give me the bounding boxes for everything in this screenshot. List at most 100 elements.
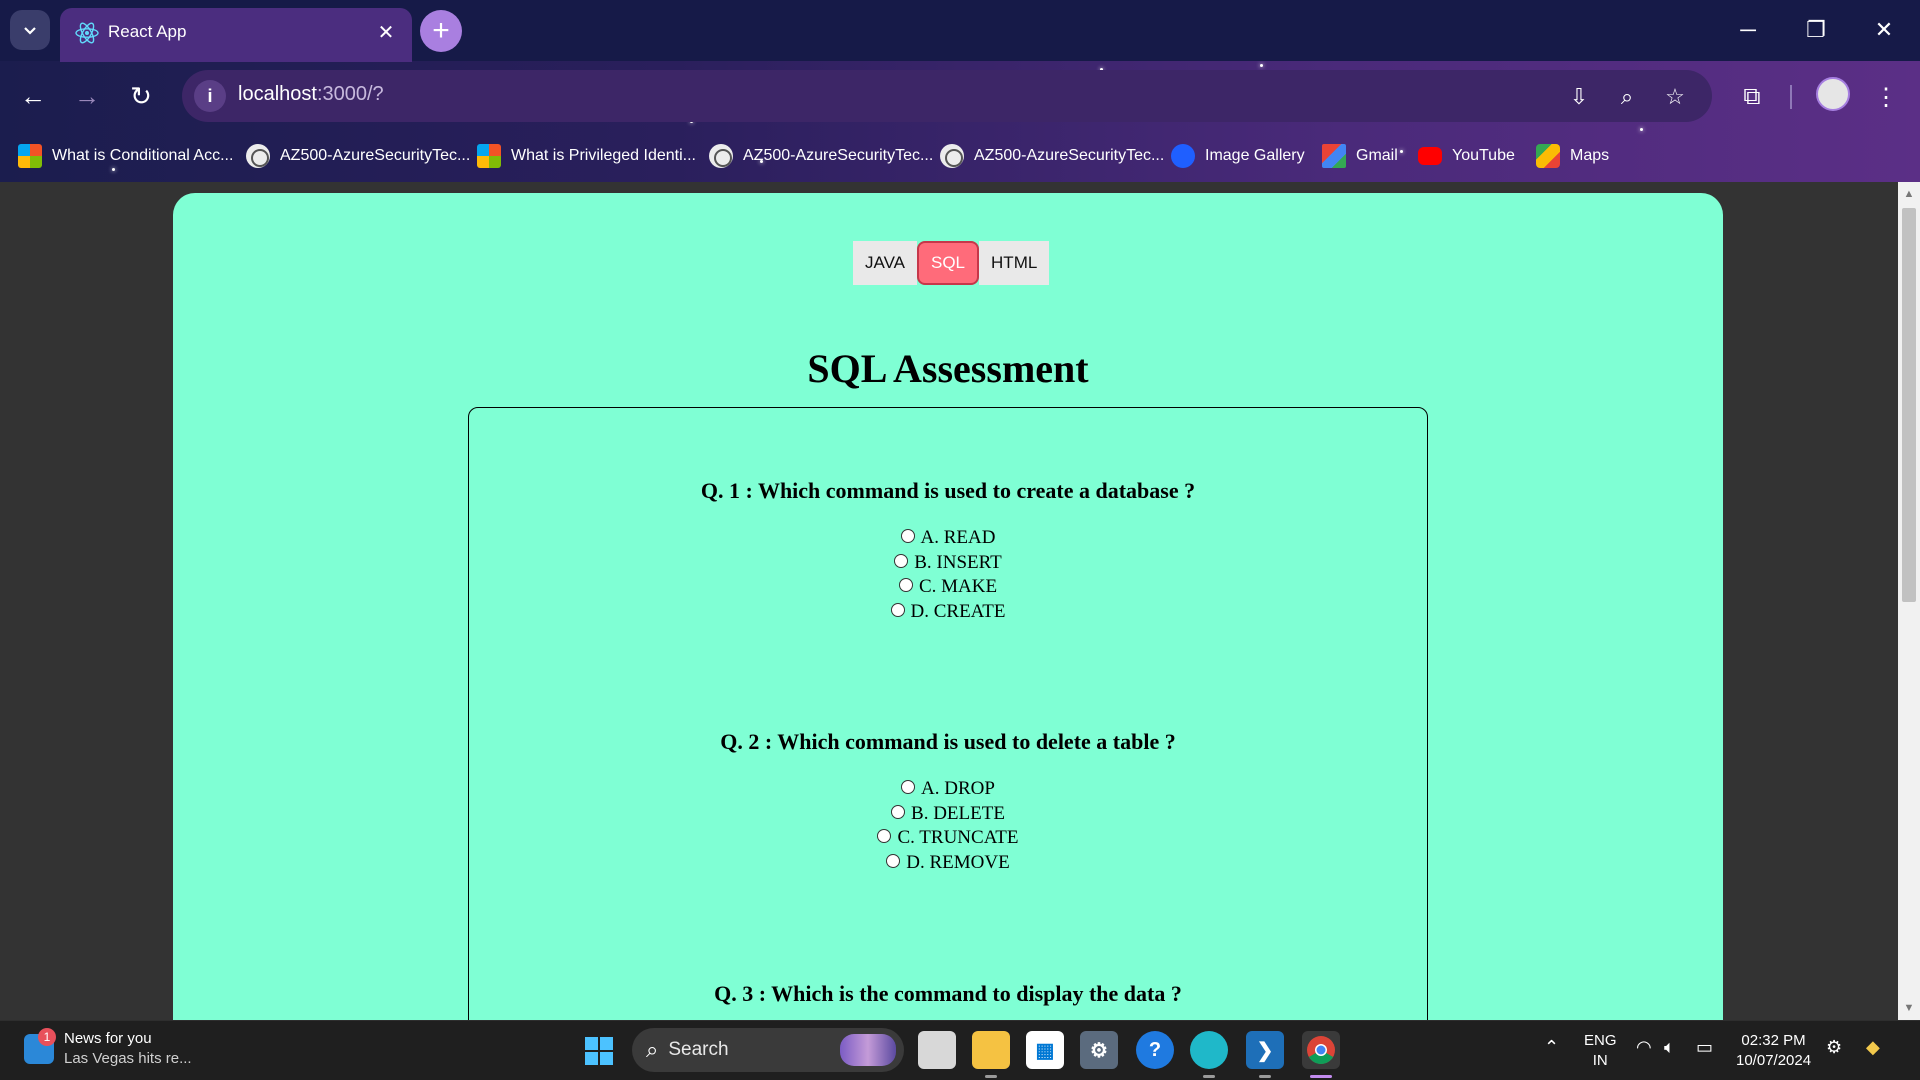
clock-date: 10/07/2024	[1736, 1052, 1812, 1069]
new-tab-button[interactable]: +	[420, 10, 462, 52]
copilot-icon[interactable]: ◆	[1866, 1037, 1880, 1058]
news-widget[interactable]: 1 News for you Las Vegas hits re...	[24, 1028, 192, 1069]
tab-search-button[interactable]	[10, 10, 50, 50]
bookmark-item[interactable]: AZ500-AzureSecurityTec...	[246, 141, 470, 171]
zoom-icon[interactable]: ⌕	[1610, 80, 1644, 114]
news-icon: 1	[24, 1028, 56, 1064]
bookmark-item[interactable]: What is Conditional Acc...	[18, 141, 233, 171]
option-item[interactable]: C. TRUNCATE	[877, 826, 1019, 851]
page-viewport: JAVA SQL HTML SQL Assessment Q. 1 : Whic…	[0, 182, 1898, 1020]
bookmark-item[interactable]: AZ500-AzureSecurityTec...	[940, 141, 1164, 171]
option-item[interactable]: B. INSERT	[894, 551, 1002, 576]
radio-button[interactable]	[877, 829, 892, 844]
extensions-icon[interactable]: ⧉	[1732, 77, 1772, 117]
option-item[interactable]: D. REMOVE	[886, 851, 1010, 876]
react-icon	[75, 22, 99, 44]
address-bar[interactable]: i localhost:3000/? ⇩ ⌕ ☆	[182, 70, 1712, 122]
restore-icon[interactable]: ❐	[1782, 0, 1850, 60]
option-label: A. DROP	[921, 778, 995, 800]
bookmark-item[interactable]: Maps	[1536, 141, 1609, 171]
youtube-icon	[1418, 147, 1442, 165]
radio-button[interactable]	[886, 853, 901, 868]
forward-arrow-icon[interactable]: →	[68, 77, 106, 115]
tab-java[interactable]: JAVA	[853, 241, 917, 285]
radio-button[interactable]	[900, 529, 915, 544]
page-scrollbar[interactable]: ▲ ▼	[1898, 182, 1920, 1020]
url-text[interactable]: localhost:3000/?	[238, 83, 384, 106]
tab-sql[interactable]: SQL	[917, 241, 980, 285]
close-tab-icon[interactable]: ✕	[372, 18, 400, 46]
install-app-icon[interactable]: ⇩	[1562, 80, 1596, 114]
bookmark-label: AZ500-AzureSecurityTec...	[743, 147, 934, 164]
radio-button[interactable]	[894, 553, 909, 568]
bookmark-star-icon[interactable]: ☆	[1658, 80, 1692, 114]
edge-browser-icon[interactable]	[1190, 1031, 1228, 1069]
bookmark-item[interactable]: Image Gallery	[1171, 141, 1305, 171]
bookmark-item[interactable]: AZ500-AzureSecurityTec...	[709, 141, 933, 171]
search-highlight-image	[840, 1034, 896, 1066]
reload-icon[interactable]: ↻	[122, 77, 160, 115]
microsoft-store-icon[interactable]: ▦	[1026, 1031, 1064, 1069]
clock[interactable]: 02:32 PM 10/07/2024	[1736, 1031, 1811, 1071]
help-icon[interactable]: ?	[1136, 1031, 1174, 1069]
back-arrow-icon[interactable]: ←	[14, 77, 52, 115]
site-info-icon[interactable]: i	[194, 80, 226, 112]
windows-start-icon[interactable]	[585, 1037, 613, 1065]
profile-avatar[interactable]	[1816, 77, 1850, 111]
bookmark-item[interactable]: YouTube	[1418, 141, 1515, 171]
news-title: News for you	[64, 1030, 152, 1047]
chevron-up-icon[interactable]: ⌃	[1544, 1037, 1559, 1058]
globe-icon	[246, 144, 270, 168]
radio-button[interactable]	[890, 602, 905, 617]
battery-icon[interactable]: ▭	[1696, 1037, 1713, 1058]
page-title: SQL Assessment	[807, 346, 1089, 391]
language-indicator[interactable]: ENG IN	[1584, 1031, 1617, 1071]
minimize-icon[interactable]: ─	[1714, 0, 1782, 60]
option-label: C. MAKE	[918, 576, 998, 598]
running-indicator	[985, 1075, 997, 1078]
bookmark-label: What is Conditional Acc...	[52, 147, 234, 164]
microsoft-icon	[18, 144, 42, 168]
tab-react-app[interactable]: React App ✕	[60, 8, 412, 62]
vscode-icon[interactable]: ❯	[1246, 1031, 1284, 1069]
active-indicator	[1310, 1075, 1332, 1078]
settings-gear-icon[interactable]: ⚙	[1080, 1031, 1118, 1069]
option-item[interactable]: B. DELETE	[891, 802, 1005, 827]
tab-html[interactable]: HTML	[979, 241, 1050, 285]
taskbar-search[interactable]: ⌕ Search	[632, 1028, 904, 1072]
focus-assist-icon[interactable]: ⚙	[1826, 1037, 1842, 1058]
question-text: Q. 1 : Which command is used to create a…	[700, 478, 1196, 503]
wifi-icon[interactable]: ◠	[1636, 1037, 1652, 1058]
task-view-icon[interactable]	[918, 1031, 956, 1069]
menu-kebab-icon[interactable]: ⋮	[1866, 77, 1906, 117]
scroll-down-icon[interactable]: ▼	[1898, 998, 1920, 1018]
radio-button[interactable]	[898, 578, 913, 593]
bookmark-label: Gmail	[1356, 147, 1398, 164]
bookmark-item[interactable]: What is Privileged Identi...	[477, 141, 696, 171]
option-label: B. DELETE	[911, 802, 1005, 824]
assessment-card: JAVA SQL HTML SQL Assessment Q. 1 : Whic…	[173, 193, 1723, 1020]
option-item[interactable]: A. READ	[900, 526, 995, 551]
scroll-thumb[interactable]	[1902, 208, 1916, 602]
running-indicator	[1259, 1075, 1271, 1078]
windows-taskbar: 1 News for you Las Vegas hits re... ⌕ Se…	[0, 1020, 1920, 1080]
option-item[interactable]: A. DROP	[901, 777, 995, 802]
options-list: A. READ B. INSERT C. MAKE D. CREATE	[469, 526, 1427, 624]
option-item[interactable]: C. MAKE	[898, 575, 998, 600]
radio-button[interactable]	[891, 804, 906, 819]
news-badge: 1	[38, 1028, 56, 1046]
language-code: ENG	[1584, 1032, 1617, 1049]
radio-button[interactable]	[901, 780, 916, 795]
option-item[interactable]: D. CREATE	[890, 600, 1006, 625]
browser-chrome: React App ✕ + ─ ❐ ✕ ← → ↻ i localhost:30…	[0, 0, 1920, 182]
url-host: localhost	[238, 83, 317, 105]
scroll-up-icon[interactable]: ▲	[1898, 184, 1920, 204]
chrome-icon[interactable]	[1302, 1031, 1340, 1069]
volume-icon[interactable]: 🔈︎	[1664, 1037, 1675, 1058]
bookmark-label: What is Privileged Identi...	[511, 147, 696, 164]
close-window-icon[interactable]: ✕	[1850, 0, 1918, 60]
toolbar-divider	[1790, 85, 1792, 109]
bookmark-item[interactable]: Gmail	[1322, 141, 1398, 171]
file-explorer-icon[interactable]	[972, 1031, 1010, 1069]
browser-toolbar: ← → ↻ i localhost:3000/? ⇩ ⌕ ☆ ⧉ ⋮	[0, 61, 1920, 131]
